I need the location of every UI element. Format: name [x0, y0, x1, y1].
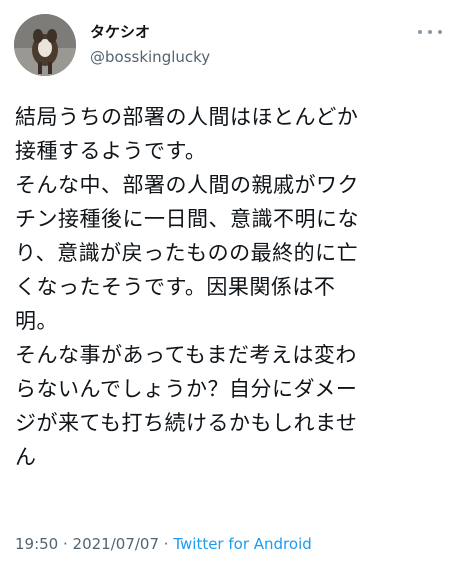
tweet-text-line: ジが来ても打ち続けるかもしれませ — [15, 411, 358, 435]
more-dot — [418, 30, 422, 34]
tweet-card: タケシオ @bosskinglucky 結局うちの部署の人間はほとんどか 接種す… — [0, 0, 456, 563]
tweet-text-line: くなったそうです。因果関係は不 — [15, 275, 336, 299]
meta-separator: · — [58, 535, 73, 553]
dog-photo-avatar-icon — [14, 14, 76, 76]
more-dot — [438, 30, 442, 34]
more-dot — [428, 30, 432, 34]
tweet-text-line: 結局うちの部署の人間はほとんどか — [15, 105, 359, 129]
tweet-metadata: 19:50 · 2021/07/07 · Twitter for Android — [15, 534, 312, 554]
tweet-text-line: 明。 — [15, 309, 58, 333]
user-handle[interactable]: @bosskinglucky — [90, 47, 210, 67]
tweet-text-line: ん — [15, 445, 37, 469]
tweet-text-line: そんな事があってもまだ考えは変わ — [15, 343, 357, 367]
tweet-text: 結局うちの部署の人間はほとんどか 接種するようです。 そんな中、部署の人間の親戚… — [15, 100, 445, 474]
display-name[interactable]: タケシオ — [90, 23, 150, 41]
tweet-date[interactable]: 2021/07/07 — [73, 535, 159, 553]
tweet-text-line: そんな中、部署の人間の親戚がワク — [15, 173, 359, 197]
more-horizontal-icon[interactable] — [418, 26, 442, 38]
avatar[interactable] — [14, 14, 76, 76]
tweet-text-line: り、意識が戻ったものの最終的に亡 — [15, 241, 359, 265]
tweet-text-line: 接種するようです。 — [15, 139, 207, 163]
tweet-source-link[interactable]: Twitter for Android — [173, 535, 311, 553]
meta-separator: · — [159, 535, 174, 553]
tweet-text-line: チン接種後に一日間、意識不明にな — [15, 207, 359, 231]
tweet-text-line: らないんでしょうか？自分にダメー — [15, 377, 358, 401]
tweet-time[interactable]: 19:50 — [15, 535, 58, 553]
